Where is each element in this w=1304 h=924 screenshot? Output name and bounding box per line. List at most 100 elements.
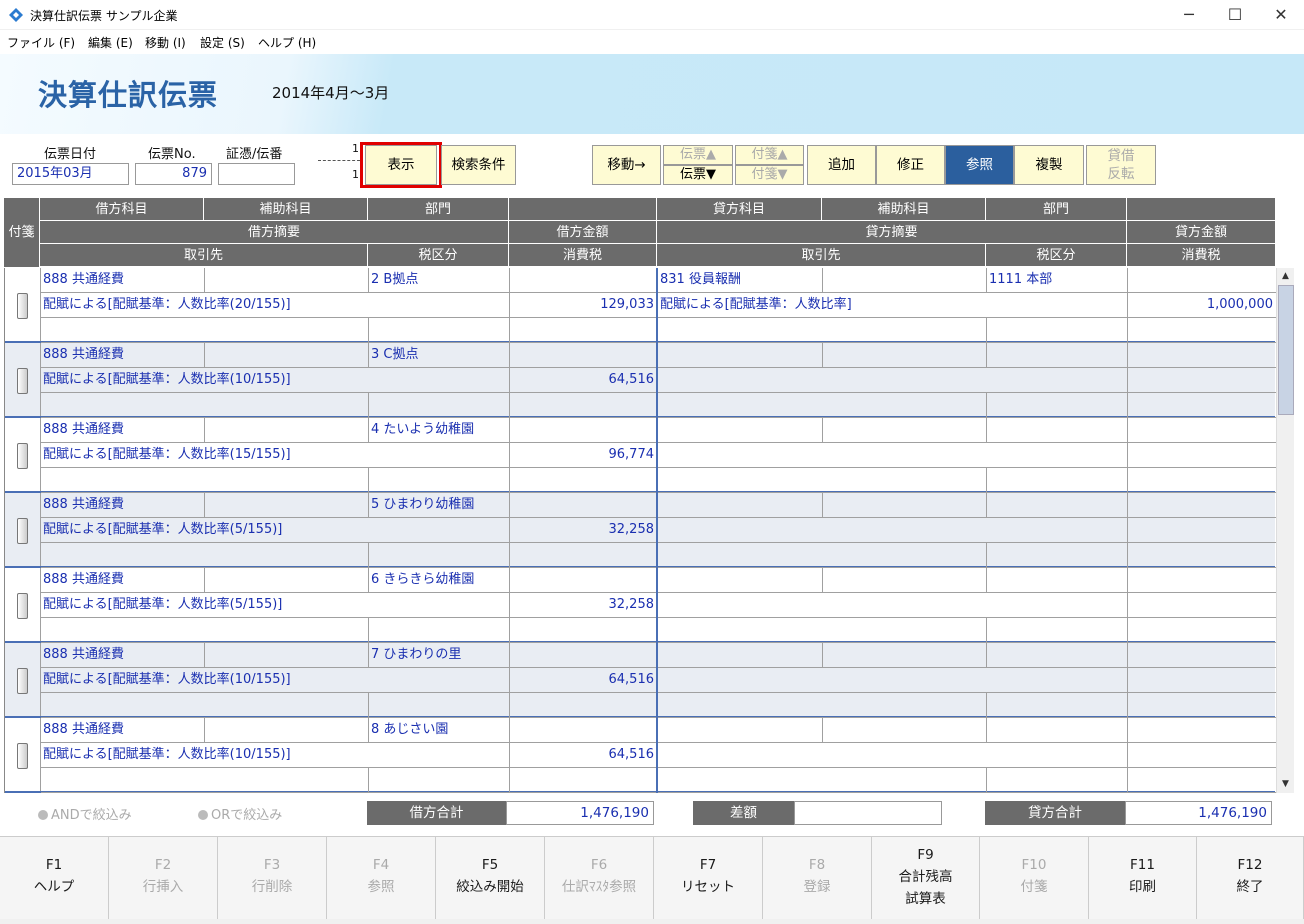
dr-extra-cell[interactable] [510,493,658,518]
dr-partner-cell[interactable] [41,693,369,718]
dr-extra-cell[interactable] [510,268,658,293]
cr-extra-cell[interactable] [1128,568,1276,593]
dr-dept-cell[interactable]: 2 B拠点 [369,268,510,293]
dr-tax-cell[interactable] [369,618,510,643]
dr-extra-cell[interactable] [510,418,658,443]
dr-partner-cell[interactable] [41,768,369,793]
cr-partner-cell[interactable] [658,318,987,343]
scroll-down-icon[interactable]: ▼ [1277,776,1294,792]
cr-dept-cell[interactable] [987,568,1128,593]
dr-amount-cell[interactable]: 64,516 [510,668,658,693]
dr-summary-cell[interactable]: 配賦による[配賦基準：人数比率(5/155)] [41,518,510,543]
cr-summary-cell[interactable] [658,743,1128,768]
menu-help[interactable]: ヘルプ (H) [258,34,316,51]
cr-partner-cell[interactable] [658,768,987,793]
fusen-handle[interactable] [17,743,28,769]
dr-tax-cell[interactable] [369,393,510,418]
close-button[interactable]: ✕ [1258,0,1304,30]
cr-account-cell[interactable] [658,418,823,443]
cr-sub-cell[interactable] [823,718,987,743]
cr-ctax-cell[interactable] [1128,468,1276,493]
fkey-f10-button[interactable]: F10 付箋 [980,837,1089,919]
dr-account-cell[interactable]: 888 共通経費 [41,343,205,368]
dr-amount-cell[interactable]: 32,258 [510,518,658,543]
cr-tax-cell[interactable] [987,543,1128,568]
dr-account-cell[interactable]: 888 共通経費 [41,643,205,668]
fkey-f3-button[interactable]: F3 行削除 [218,837,327,919]
fkey-f7-button[interactable]: F7 リセット [654,837,763,919]
fusen-handle[interactable] [17,368,28,394]
dr-tax-cell[interactable] [369,543,510,568]
cr-amount-cell[interactable]: 1,000,000 [1128,293,1276,318]
cr-summary-cell[interactable]: 配賦による[配賦基準：人数比率] [658,293,1128,318]
tag-down-button[interactable]: 付箋▼ [735,165,804,185]
cr-tax-cell[interactable] [987,693,1128,718]
cr-ctax-cell[interactable] [1128,543,1276,568]
cr-partner-cell[interactable] [658,618,987,643]
menu-edit[interactable]: 編集 (E) [88,34,133,51]
dr-sub-cell[interactable] [205,718,369,743]
cr-ctax-cell[interactable] [1128,618,1276,643]
fkey-f6-button[interactable]: F6 仕訳ﾏｽﾀ参照 [545,837,654,919]
cr-account-cell[interactable]: 831 役員報酬 [658,268,823,293]
cr-summary-cell[interactable] [658,368,1128,393]
view-button[interactable]: 参照 [945,145,1014,185]
dr-partner-cell[interactable] [41,468,369,493]
voucher-no-field[interactable]: 879 [135,163,212,185]
cr-sub-cell[interactable] [823,268,987,293]
cr-tax-cell[interactable] [987,618,1128,643]
cr-partner-cell[interactable] [658,543,987,568]
dr-summary-cell[interactable]: 配賦による[配賦基準：人数比率(10/155)] [41,668,510,693]
dr-amount-cell[interactable]: 96,774 [510,443,658,468]
dr-extra-cell[interactable] [510,568,658,593]
cr-summary-cell[interactable] [658,518,1128,543]
fkey-f11-button[interactable]: F11 印刷 [1089,837,1197,919]
cr-summary-cell[interactable] [658,443,1128,468]
display-button[interactable]: 表示 [365,145,437,185]
cr-ctax-cell[interactable] [1128,693,1276,718]
cr-amount-cell[interactable] [1128,743,1276,768]
dr-sub-cell[interactable] [205,568,369,593]
dr-sub-cell[interactable] [205,268,369,293]
cr-amount-cell[interactable] [1128,518,1276,543]
dr-account-cell[interactable]: 888 共通経費 [41,568,205,593]
cr-sub-cell[interactable] [823,418,987,443]
fkey-f1-button[interactable]: F1 ヘルプ [0,837,109,919]
cr-extra-cell[interactable] [1128,493,1276,518]
dr-sub-cell[interactable] [205,418,369,443]
dr-ctax-cell[interactable] [510,393,658,418]
fkey-f12-button[interactable]: F12 終了 [1197,837,1304,919]
edit-button[interactable]: 修正 [876,145,945,185]
cr-sub-cell[interactable] [823,643,987,668]
dr-ctax-cell[interactable] [510,693,658,718]
cr-partner-cell[interactable] [658,393,987,418]
cr-account-cell[interactable] [658,718,823,743]
cr-extra-cell[interactable] [1128,343,1276,368]
dr-sub-cell[interactable] [205,643,369,668]
cr-amount-cell[interactable] [1128,593,1276,618]
dr-amount-cell[interactable]: 129,033 [510,293,658,318]
dr-partner-cell[interactable] [41,618,369,643]
evidence-field[interactable] [218,163,295,185]
maximize-button[interactable]: ☐ [1212,0,1258,30]
tag-up-button[interactable]: 付箋▲ [735,145,804,165]
fkey-f8-button[interactable]: F8 登録 [763,837,872,919]
and-filter-radio[interactable]: ANDで絞込み [38,804,132,823]
dr-amount-cell[interactable]: 64,516 [510,743,658,768]
date-field[interactable]: 2015年03月 [12,163,129,185]
dr-ctax-cell[interactable] [510,618,658,643]
cr-dept-cell[interactable]: 1111 本部 [987,268,1128,293]
menu-settings[interactable]: 設定 (S) [200,34,245,51]
cr-amount-cell[interactable] [1128,668,1276,693]
scroll-thumb[interactable] [1278,285,1294,415]
dr-summary-cell[interactable]: 配賦による[配賦基準：人数比率(15/155)] [41,443,510,468]
dr-summary-cell[interactable]: 配賦による[配賦基準：人数比率(20/155)] [41,293,510,318]
dr-dept-cell[interactable]: 4 たいよう幼稚園 [369,418,510,443]
cr-summary-cell[interactable] [658,668,1128,693]
dr-amount-cell[interactable]: 32,258 [510,593,658,618]
dr-partner-cell[interactable] [41,393,369,418]
dr-ctax-cell[interactable] [510,768,658,793]
dr-summary-cell[interactable]: 配賦による[配賦基準：人数比率(5/155)] [41,593,510,618]
dr-dept-cell[interactable]: 5 ひまわり幼稚園 [369,493,510,518]
menu-move[interactable]: 移動 (I) [145,34,186,51]
